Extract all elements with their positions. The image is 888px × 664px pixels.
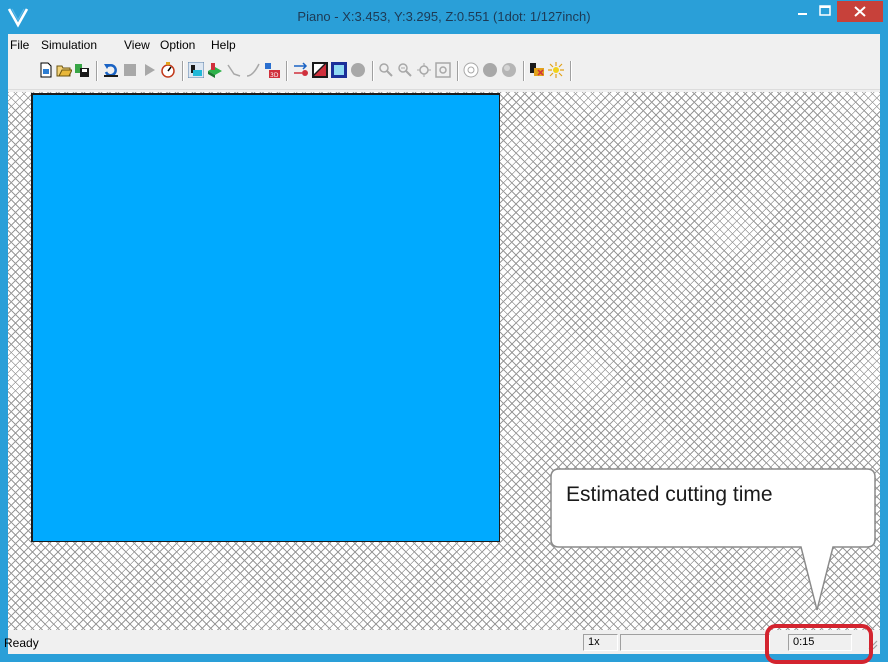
menu-view[interactable]: View bbox=[124, 38, 150, 52]
cutting-time-highlight bbox=[765, 624, 873, 664]
save-icon[interactable] bbox=[74, 62, 90, 78]
zoom-window-icon[interactable] bbox=[435, 62, 451, 78]
rewind-icon[interactable] bbox=[103, 62, 119, 78]
view-3d-label: 3D bbox=[270, 72, 279, 78]
path-line-icon[interactable] bbox=[226, 62, 242, 78]
menu-simulation[interactable]: Simulation bbox=[41, 38, 97, 52]
menu-file[interactable]: File bbox=[10, 38, 29, 52]
callout-text: Estimated cutting time bbox=[566, 483, 773, 506]
cut-direction-icon[interactable] bbox=[293, 62, 309, 78]
menu-option[interactable]: Option bbox=[160, 38, 195, 52]
isometric-view-icon[interactable] bbox=[207, 62, 223, 78]
shade-1-icon[interactable] bbox=[463, 62, 479, 78]
menu-bar: File Simulation View Option Help bbox=[8, 34, 880, 56]
top-view-icon[interactable] bbox=[188, 62, 204, 78]
maximize-icon[interactable] bbox=[815, 0, 835, 22]
speed-panel: 1x bbox=[583, 634, 618, 651]
play-icon[interactable] bbox=[141, 62, 157, 78]
status-bar: Ready 1x 0:15 bbox=[4, 632, 880, 654]
window-title: Piano - X:3.453, Y:3.295, Z:0.551 (1dot:… bbox=[297, 9, 591, 24]
toolbar-separator bbox=[286, 61, 288, 81]
toolbar-separator bbox=[523, 61, 525, 81]
zoom-out-icon[interactable] bbox=[397, 62, 413, 78]
speed-icon[interactable] bbox=[160, 62, 176, 78]
zoom-fit-icon[interactable] bbox=[416, 62, 432, 78]
color-icon[interactable] bbox=[312, 62, 328, 78]
stop-icon[interactable] bbox=[122, 62, 138, 78]
toolbar-separator bbox=[570, 61, 572, 81]
toolbar-separator bbox=[96, 61, 98, 81]
open-folder-icon[interactable] bbox=[56, 62, 72, 78]
view-3d-icon[interactable]: 3D bbox=[264, 62, 280, 78]
shade-2-icon[interactable] bbox=[482, 62, 498, 78]
fill-icon[interactable] bbox=[331, 62, 347, 78]
status-message: Ready bbox=[4, 636, 39, 650]
close-icon[interactable] bbox=[837, 1, 883, 22]
zoom-in-icon[interactable] bbox=[378, 62, 394, 78]
shade-3-icon[interactable] bbox=[501, 62, 517, 78]
workpiece-material bbox=[31, 93, 500, 542]
new-file-icon[interactable] bbox=[38, 62, 54, 78]
toolbar-separator bbox=[372, 61, 374, 81]
sphere-icon[interactable] bbox=[350, 62, 366, 78]
toolbar-separator bbox=[457, 61, 459, 81]
title-bar[interactable]: Piano - X:3.453, Y:3.295, Z:0.551 (1dot:… bbox=[0, 0, 888, 34]
minimize-icon[interactable] bbox=[793, 0, 813, 22]
light-icon[interactable] bbox=[548, 62, 564, 78]
path-curve-icon[interactable] bbox=[245, 62, 261, 78]
tool-color-icon[interactable] bbox=[529, 62, 545, 78]
toolbar-separator bbox=[182, 61, 184, 81]
toolbar: 3D bbox=[8, 56, 880, 90]
status-panel-empty bbox=[620, 634, 770, 651]
menu-help[interactable]: Help bbox=[211, 38, 236, 52]
